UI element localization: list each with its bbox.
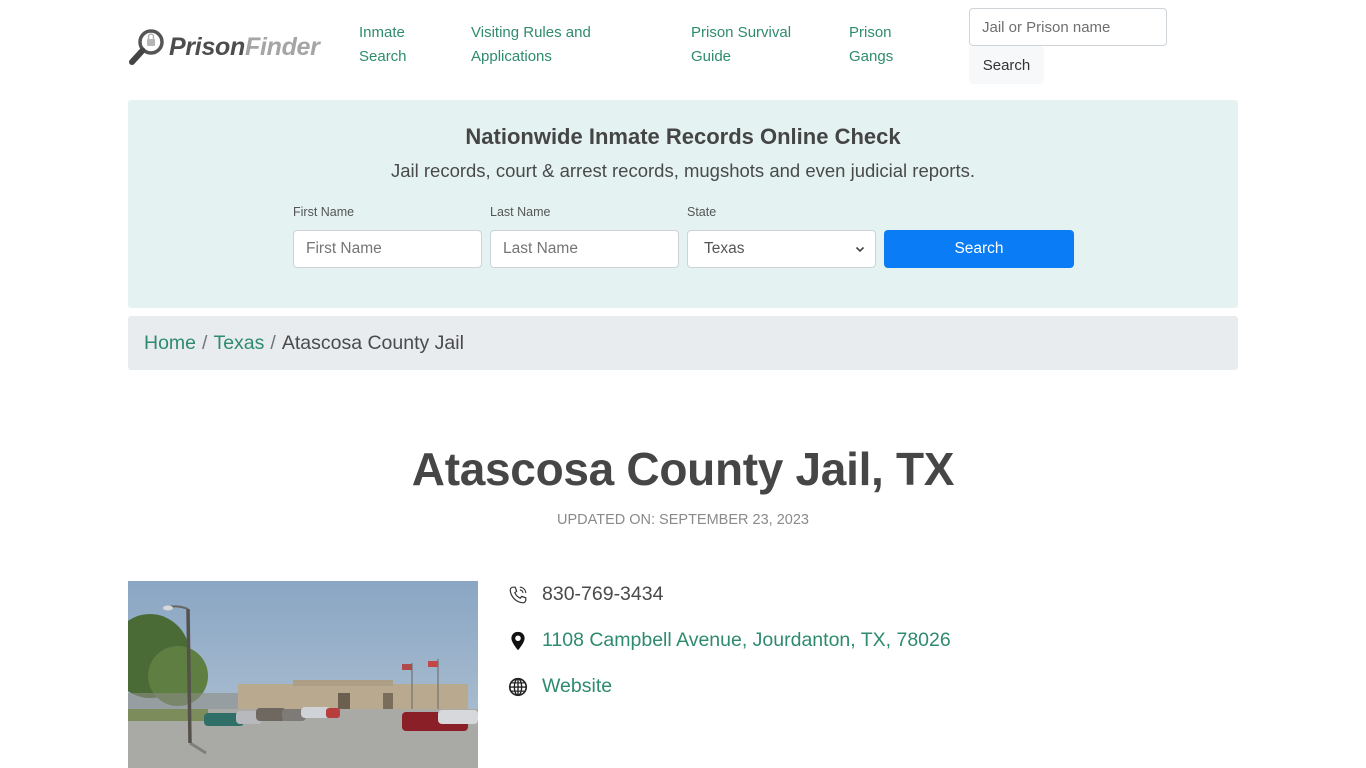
facility-photo <box>128 581 478 768</box>
contact-phone: 830-769-3434 <box>507 583 663 606</box>
contact-address: 1108 Campbell Avenue, Jourdanton, TX, 78… <box>507 629 951 652</box>
nav-label: Gangs <box>849 48 894 65</box>
nav-label: Prison Survival <box>691 24 792 41</box>
facility-photo-image <box>128 581 478 768</box>
phone-icon <box>507 584 529 606</box>
breadcrumb-texas[interactable]: Texas <box>213 332 264 355</box>
state-select[interactable]: Texas <box>687 230 876 268</box>
magnifier-lock-icon <box>129 29 164 65</box>
first-name-input[interactable] <box>293 230 482 268</box>
nav-visiting-rules[interactable]: Visiting Rules and Applications <box>471 21 631 69</box>
inmate-search-panel: Nationwide Inmate Records Online Check J… <box>128 100 1238 308</box>
globe-icon <box>507 676 529 698</box>
breadcrumb-current: Atascosa County Jail <box>281 331 464 354</box>
nav-prison-gangs[interactable]: Prison Gangs <box>849 21 929 69</box>
last-name-label: Last Name <box>490 205 551 219</box>
logo-text-finder: Finder <box>245 32 320 61</box>
panel-title: Nationwide Inmate Records Online Check <box>465 124 901 149</box>
page-title: Atascosa County Jail, TX <box>411 443 955 495</box>
nav-inmate-search[interactable]: Inmate Search <box>359 21 439 69</box>
facility-search-input[interactable] <box>969 8 1167 46</box>
state-selected-value: Texas <box>704 240 745 257</box>
breadcrumb-separator: / <box>270 331 276 354</box>
chevron-down-icon <box>855 246 865 253</box>
logo-text-prison: Prison <box>169 32 245 61</box>
nav-label: Search <box>359 48 407 65</box>
last-name-input[interactable] <box>490 230 679 268</box>
breadcrumb-separator: / <box>202 331 208 354</box>
breadcrumb-home[interactable]: Home <box>144 332 196 355</box>
site-logo[interactable]: PrisonFinder <box>128 26 320 68</box>
contact-website: Website <box>507 675 612 698</box>
first-name-label: First Name <box>293 205 355 219</box>
facility-search-button[interactable]: Search <box>969 46 1044 84</box>
panel-subtitle: Jail records, court & arrest records, mu… <box>390 160 976 181</box>
nav-survival-guide[interactable]: Prison Survival Guide <box>691 21 821 69</box>
inmate-search-button[interactable]: Search <box>884 230 1074 268</box>
phone-number: 830-769-3434 <box>542 583 664 605</box>
nav-label: Guide <box>691 48 732 65</box>
nav-label: Prison <box>849 24 892 41</box>
nav-label: Visiting Rules and <box>471 24 591 41</box>
address-link[interactable]: 1108 Campbell Avenue, Jourdanton, TX, 78… <box>542 629 951 652</box>
website-link[interactable]: Website <box>542 675 612 698</box>
map-pin-icon <box>507 630 529 652</box>
nav-label: Inmate <box>359 24 405 41</box>
breadcrumb: Home / Texas / Atascosa County Jail <box>128 316 1238 370</box>
logo-text: PrisonFinder <box>169 33 320 62</box>
site-header: PrisonFinder Inmate Search Visiting Rule… <box>0 0 1366 96</box>
nav-label: Applications <box>471 48 552 65</box>
updated-date: UPDATED ON: SEPTEMBER 23, 2023 <box>557 512 809 528</box>
state-label: State <box>687 205 717 219</box>
